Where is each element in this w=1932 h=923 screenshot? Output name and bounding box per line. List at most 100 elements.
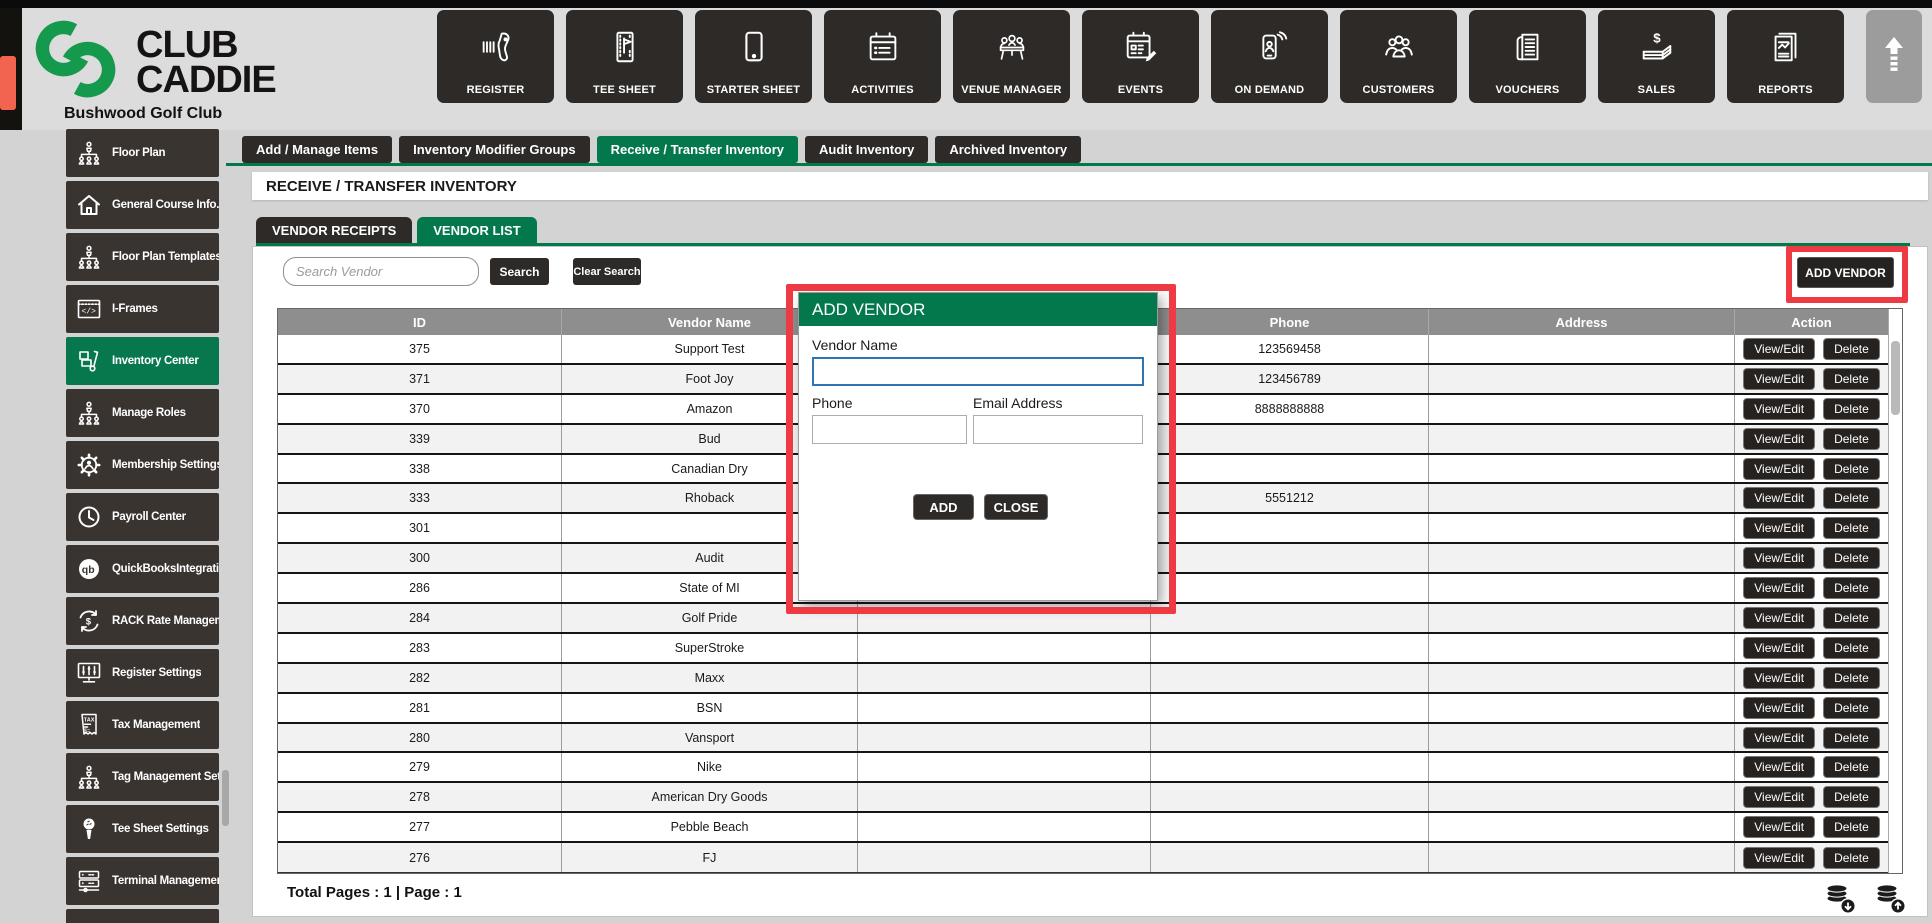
cell-vendor-name: Maxx — [562, 663, 858, 692]
sidebar-item[interactable]: Membership Settings — [66, 441, 219, 489]
nav-button[interactable]: VOUCHERS — [1469, 10, 1586, 103]
nav-button[interactable]: ON DEMAND — [1211, 10, 1328, 103]
sidebar-item[interactable]: Terminal Management — [66, 857, 219, 905]
view-edit-button[interactable]: View/Edit — [1743, 487, 1816, 510]
view-edit-button[interactable]: View/Edit — [1743, 457, 1816, 480]
nav-button[interactable]: TEE SHEET — [566, 10, 683, 103]
view-edit-button[interactable]: View/Edit — [1743, 726, 1816, 749]
nav-button[interactable]: EVENTS — [1082, 10, 1199, 103]
export-data-up-icon[interactable] — [1874, 882, 1908, 919]
nav-icon — [477, 10, 515, 84]
sidebar-item[interactable]: Register Settings — [66, 649, 219, 697]
phone-field[interactable] — [812, 415, 967, 444]
view-edit-button[interactable]: View/Edit — [1743, 756, 1816, 779]
nav-button[interactable]: $ SALES — [1598, 10, 1715, 103]
view-edit-button[interactable]: View/Edit — [1743, 786, 1816, 809]
export-data-down-icon[interactable] — [1824, 882, 1858, 919]
view-edit-button[interactable]: View/Edit — [1743, 517, 1816, 540]
table-row: 284 Golf Pride View/Edit Delete — [278, 604, 1888, 634]
email-address-field[interactable] — [973, 415, 1143, 444]
delete-button[interactable]: Delete — [1823, 577, 1880, 600]
delete-button[interactable]: Delete — [1823, 846, 1880, 869]
delete-button[interactable]: Delete — [1823, 726, 1880, 749]
view-edit-button[interactable]: View/Edit — [1743, 577, 1816, 600]
delete-button[interactable]: Delete — [1823, 547, 1880, 570]
delete-button[interactable]: Delete — [1823, 457, 1880, 480]
sidebar-item-icon — [66, 816, 112, 842]
view-edit-button[interactable]: View/Edit — [1743, 427, 1816, 450]
delete-button[interactable]: Delete — [1823, 606, 1880, 629]
search-button[interactable]: Search — [490, 258, 549, 285]
cell-id: 375 — [278, 335, 562, 363]
inventory-tab[interactable]: Inventory Modifier Groups — [399, 136, 590, 163]
view-edit-button[interactable]: View/Edit — [1743, 846, 1816, 869]
cell-phone: 5551212 — [1151, 484, 1429, 513]
view-edit-button[interactable]: View/Edit — [1743, 337, 1816, 360]
sidebar-item[interactable]: Inventory Center — [66, 337, 219, 385]
sidebar-item[interactable]: qb QuickBooksIntegration — [66, 545, 219, 593]
inventory-tab[interactable]: Receive / Transfer Inventory — [596, 136, 799, 163]
table-row: 283 SuperStroke View/Edit Delete — [278, 633, 1888, 664]
nav-button[interactable]: CUSTOMERS — [1340, 10, 1457, 103]
add-vendor-button[interactable]: ADD VENDOR — [1797, 257, 1894, 288]
delete-button[interactable]: Delete — [1823, 636, 1880, 659]
export-actions — [1824, 882, 1908, 919]
cell-action: View/Edit Delete — [1735, 544, 1888, 572]
search-vendor-input[interactable] — [283, 257, 479, 286]
sidebar-item[interactable]: </> I-Frames — [66, 285, 219, 333]
cell-vendor-name: Golf Pride — [562, 604, 858, 632]
view-edit-button[interactable]: View/Edit — [1743, 636, 1816, 659]
vendor-tab[interactable]: VENDOR RECEIPTS — [256, 217, 413, 243]
sidebar-item[interactable]: General Course Info. — [66, 181, 219, 229]
sidebar-item[interactable]: Tee Sheet Settings — [66, 805, 219, 853]
sidebar-item[interactable]: Manage Roles — [66, 389, 219, 437]
view-edit-button[interactable]: View/Edit — [1743, 397, 1816, 420]
delete-button[interactable]: Delete — [1823, 816, 1880, 839]
delete-button[interactable]: Delete — [1823, 786, 1880, 809]
delete-button[interactable]: Delete — [1823, 487, 1880, 510]
view-edit-button[interactable]: View/Edit — [1743, 606, 1816, 629]
table-scrollbar-thumb[interactable] — [1891, 341, 1900, 415]
sidebar-item[interactable] — [66, 909, 219, 923]
sidebar-item-label: Tag Management Setti... — [112, 771, 219, 783]
nav-button[interactable]: ACTIVITIES — [824, 10, 941, 103]
view-edit-button[interactable]: View/Edit — [1743, 666, 1816, 689]
modal-close-button[interactable]: CLOSE — [984, 494, 1048, 520]
sidebar-item[interactable]: $ RACK Rate Manageme... — [66, 597, 219, 645]
table-scrollbar[interactable] — [1888, 309, 1902, 874]
sidebar-item[interactable]: Floor Plan — [66, 129, 219, 177]
inventory-tab[interactable]: Archived Inventory — [935, 136, 1082, 163]
inventory-tab[interactable]: Audit Inventory — [805, 136, 929, 163]
delete-button[interactable]: Delete — [1823, 517, 1880, 540]
clear-search-button[interactable]: Clear Search — [573, 258, 641, 285]
delete-button[interactable]: Delete — [1823, 756, 1880, 779]
delete-button[interactable]: Delete — [1823, 666, 1880, 689]
sidebar-item[interactable]: Payroll Center — [66, 493, 219, 541]
nav-button[interactable]: VENUE MANAGER — [953, 10, 1070, 103]
view-edit-button[interactable]: View/Edit — [1743, 696, 1816, 719]
sidebar-item[interactable]: Tag Management Setti... — [66, 753, 219, 801]
sidebar-item-icon — [66, 348, 112, 374]
vendor-name-field[interactable] — [812, 357, 1144, 386]
inventory-tab[interactable]: Add / Manage Items — [242, 136, 393, 163]
vendor-tab[interactable]: VENDOR LIST — [417, 217, 537, 243]
nav-button[interactable]: REPORTS — [1727, 10, 1844, 103]
scroll-top-button[interactable] — [1866, 10, 1922, 103]
sidebar-scrollbar-thumb[interactable] — [222, 770, 229, 826]
view-edit-button[interactable]: View/Edit — [1743, 367, 1816, 390]
view-edit-button[interactable]: View/Edit — [1743, 816, 1816, 839]
nav-label: ON DEMAND — [1234, 84, 1305, 96]
sidebar-item[interactable]: Floor Plan Templates — [66, 233, 219, 281]
delete-button[interactable]: Delete — [1823, 367, 1880, 390]
view-edit-button[interactable]: View/Edit — [1743, 547, 1816, 570]
delete-button[interactable]: Delete — [1823, 397, 1880, 420]
cell-hidden-column — [858, 783, 1151, 812]
delete-button[interactable]: Delete — [1823, 337, 1880, 360]
nav-button[interactable]: REGISTER — [437, 10, 554, 103]
cell-id: 370 — [278, 394, 562, 423]
modal-add-button[interactable]: ADD — [913, 494, 974, 520]
sidebar-item[interactable]: TAX $= Tax Management — [66, 701, 219, 749]
delete-button[interactable]: Delete — [1823, 427, 1880, 450]
delete-button[interactable]: Delete — [1823, 696, 1880, 719]
nav-button[interactable]: STARTER SHEET — [695, 10, 812, 103]
